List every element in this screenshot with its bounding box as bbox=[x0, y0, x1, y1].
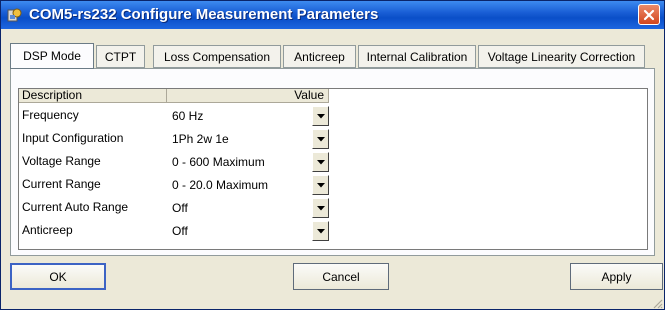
tab-ctpt[interactable]: CTPT bbox=[96, 45, 145, 68]
input-configuration-select[interactable]: 1Ph 2w 1e bbox=[167, 129, 329, 149]
tab-internal-calibration[interactable]: Internal Calibration bbox=[358, 45, 476, 68]
tab-label: Loss Compensation bbox=[163, 49, 271, 64]
current-range-select[interactable]: 0 - 20.0 Maximum bbox=[167, 175, 329, 195]
tab-label: DSP Mode bbox=[23, 49, 81, 63]
select-value: Off bbox=[172, 224, 188, 238]
close-icon bbox=[643, 9, 655, 20]
window-title: COM5-rs232 Configure Measurement Paramet… bbox=[29, 6, 379, 23]
close-button[interactable] bbox=[638, 4, 660, 25]
dropdown-button[interactable] bbox=[312, 152, 329, 172]
table-row: Frequency 60 Hz bbox=[19, 105, 329, 128]
parameter-grid[interactable]: Description Value Frequency 60 Hz Input … bbox=[18, 88, 648, 250]
table-row: Anticreep Off bbox=[19, 220, 329, 243]
dialog-window: COM5-rs232 Configure Measurement Paramet… bbox=[0, 0, 665, 310]
table-row: Current Auto Range Off bbox=[19, 197, 329, 220]
current-auto-range-select[interactable]: Off bbox=[167, 198, 329, 218]
app-icon bbox=[7, 8, 22, 22]
anticreep-select[interactable]: Off bbox=[167, 221, 329, 241]
chevron-down-icon bbox=[316, 182, 325, 187]
frequency-select[interactable]: 60 Hz bbox=[167, 106, 329, 126]
chevron-down-icon bbox=[316, 205, 325, 210]
select-value: 60 Hz bbox=[172, 109, 204, 123]
select-value: 1Ph 2w 1e bbox=[172, 132, 229, 146]
tab-voltage-linearity-correction[interactable]: Voltage Linearity Correction bbox=[478, 45, 645, 68]
chevron-down-icon bbox=[316, 228, 325, 233]
dropdown-button[interactable] bbox=[312, 106, 329, 126]
tab-label: CTPT bbox=[104, 49, 137, 64]
row-label: Input Configuration bbox=[22, 131, 124, 145]
select-value: Off bbox=[172, 201, 188, 215]
dropdown-button[interactable] bbox=[312, 198, 329, 218]
column-header-value[interactable]: Value bbox=[167, 89, 329, 103]
tab-label: Anticreep bbox=[294, 49, 345, 64]
dropdown-button[interactable] bbox=[312, 129, 329, 149]
ok-button[interactable]: OK bbox=[10, 263, 106, 290]
row-label: Voltage Range bbox=[22, 154, 101, 168]
chevron-down-icon bbox=[316, 159, 325, 164]
dropdown-button[interactable] bbox=[312, 175, 329, 195]
table-row: Current Range 0 - 20.0 Maximum bbox=[19, 174, 329, 197]
apply-button[interactable]: Apply bbox=[570, 263, 663, 290]
cancel-button[interactable]: Cancel bbox=[293, 263, 389, 290]
table-row: Voltage Range 0 - 600 Maximum bbox=[19, 151, 329, 174]
title-bar[interactable]: COM5-rs232 Configure Measurement Paramet… bbox=[1, 1, 664, 29]
tab-loss-compensation[interactable]: Loss Compensation bbox=[153, 45, 281, 68]
row-label: Current Auto Range bbox=[22, 200, 129, 214]
select-value: 0 - 600 Maximum bbox=[172, 155, 265, 169]
grid-header: Description Value bbox=[19, 89, 647, 103]
row-label: Current Range bbox=[22, 177, 101, 191]
chevron-down-icon bbox=[316, 113, 325, 118]
row-label: Anticreep bbox=[22, 223, 73, 237]
resize-grip-icon[interactable] bbox=[651, 297, 663, 309]
select-value: 0 - 20.0 Maximum bbox=[172, 178, 269, 192]
tab-label: Internal Calibration bbox=[366, 49, 468, 64]
tab-label: Voltage Linearity Correction bbox=[487, 49, 636, 64]
tab-dsp-mode[interactable]: DSP Mode bbox=[10, 43, 94, 69]
table-row: Input Configuration 1Ph 2w 1e bbox=[19, 128, 329, 151]
dropdown-button[interactable] bbox=[312, 221, 329, 241]
tab-anticreep[interactable]: Anticreep bbox=[283, 45, 356, 68]
chevron-down-icon bbox=[316, 136, 325, 141]
column-header-description[interactable]: Description bbox=[19, 89, 167, 103]
row-label: Frequency bbox=[22, 108, 79, 122]
voltage-range-select[interactable]: 0 - 600 Maximum bbox=[167, 152, 329, 172]
